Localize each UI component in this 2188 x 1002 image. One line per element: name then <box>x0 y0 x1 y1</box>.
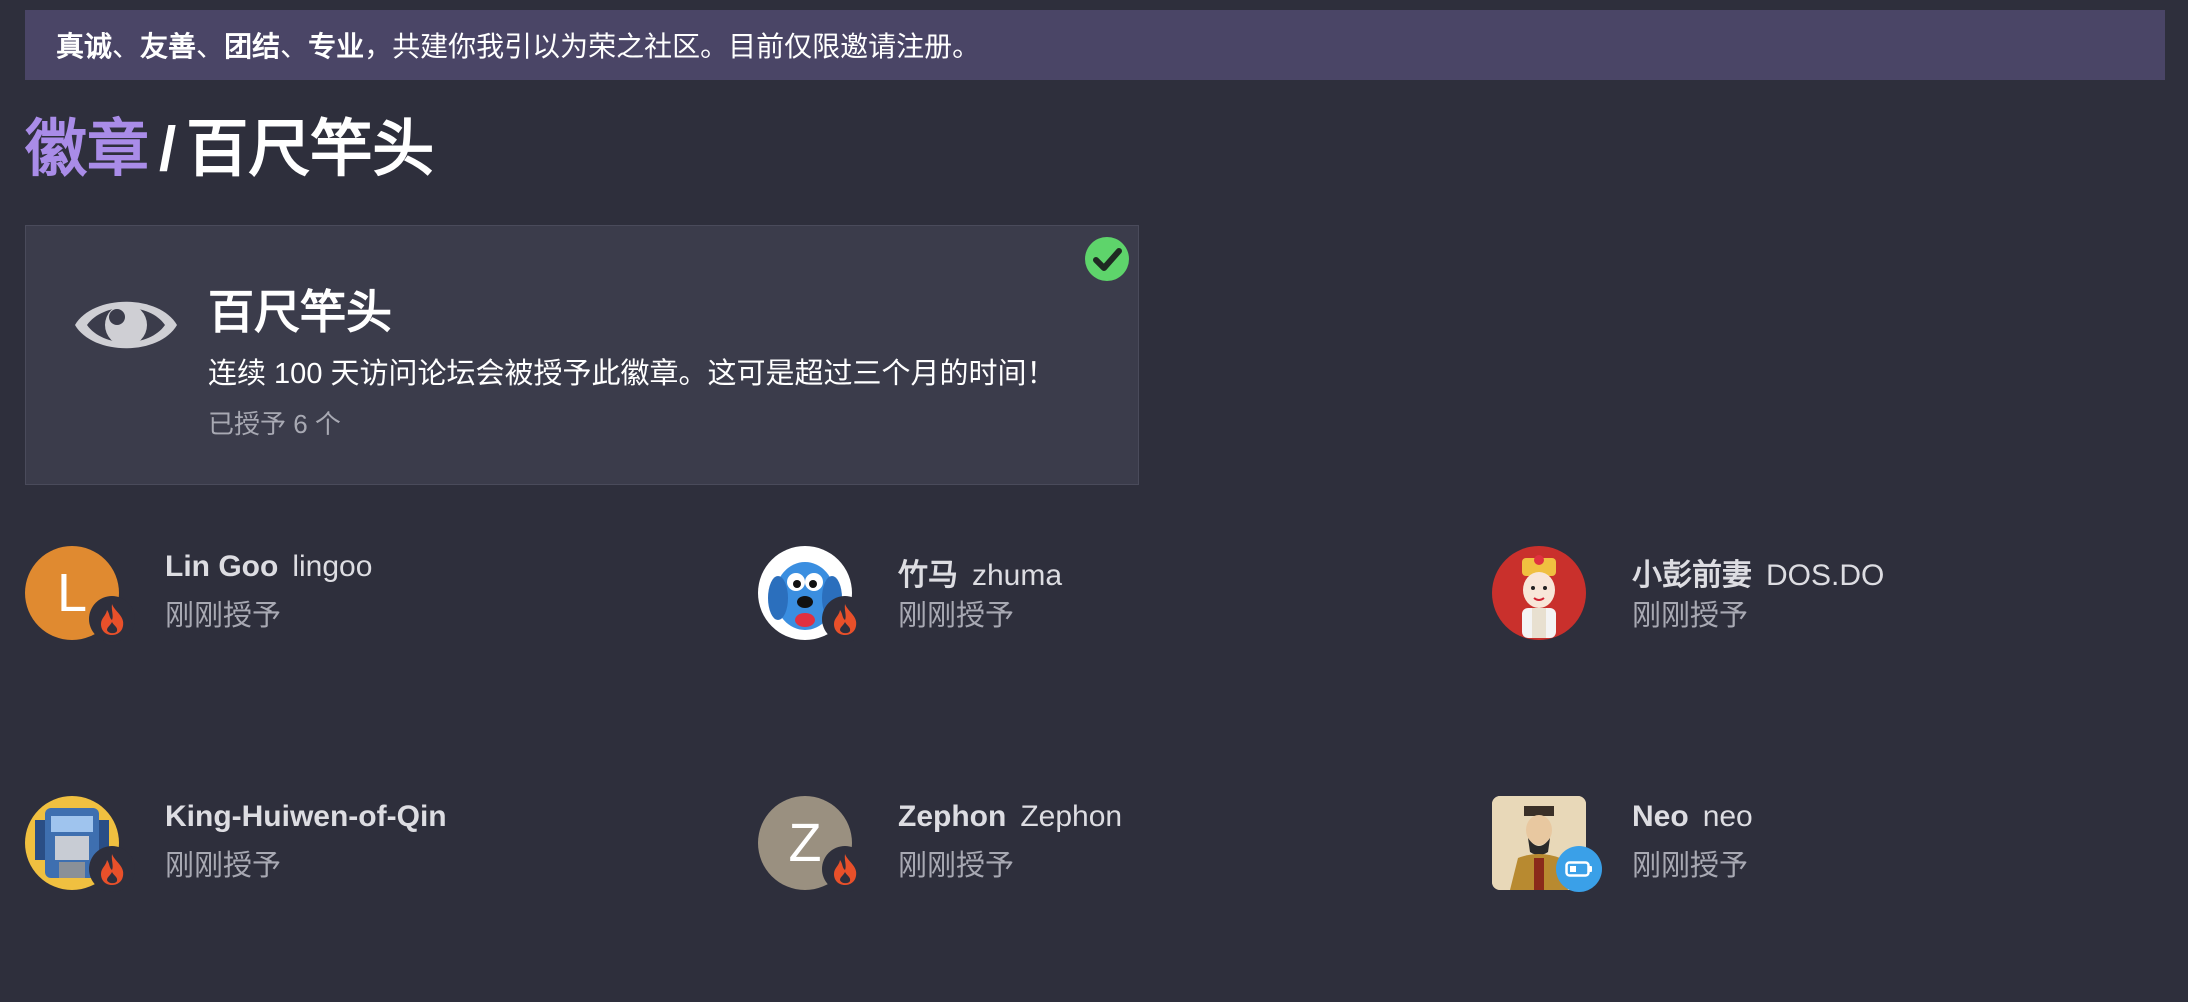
user-display-name[interactable]: 竹马 <box>898 559 958 592</box>
opera-figure-avatar-image <box>1522 555 1556 638</box>
fire-icon <box>89 596 135 642</box>
avatar-container <box>1492 546 1602 656</box>
user-name-line: Zephon Zephon <box>898 800 1122 834</box>
user-handle: zhuma <box>972 559 1063 592</box>
granted-time: 刚刚授予 <box>165 850 282 882</box>
user-card-zephon[interactable]: Z Zephon Zephon 刚刚授予 <box>758 796 1458 906</box>
banner-bold-4: 专业 <box>308 31 365 62</box>
granted-time: 刚刚授予 <box>165 600 282 632</box>
avatar-container <box>25 796 135 906</box>
user-name-line: King-Huiwen-of-Qin <box>165 800 461 834</box>
eye-icon <box>75 301 177 349</box>
avatar-letter: Z <box>788 813 822 873</box>
badge-name: 百尺竿头 <box>208 286 392 338</box>
avatar-container <box>1492 796 1602 906</box>
user-display-name[interactable]: King-Huiwen-of-Qin <box>165 800 447 833</box>
badge-granted-count: 已授予 6 个 <box>208 409 341 439</box>
banner-bold-3: 团结 <box>224 31 281 62</box>
user-display-name[interactable]: 小彭前妻 <box>1632 559 1752 592</box>
breadcrumb-separator: / <box>159 115 177 184</box>
announcement-banner: 真诚、友善、团结、专业 ，共建你我引以为荣之社区。目前仅限邀请注册。 <box>25 10 2165 80</box>
user-card-king-huiwen-of-qin[interactable]: King-Huiwen-of-Qin 刚刚授予 <box>25 796 725 906</box>
banner-sep-2: 、 <box>196 31 225 62</box>
user-card-zhuma[interactable]: 竹马 zhuma 刚刚授予 <box>758 546 1458 656</box>
breadcrumb-current: 百尺竿头 <box>186 115 435 184</box>
fire-icon <box>822 846 868 892</box>
granted-time: 刚刚授予 <box>898 850 1015 882</box>
battery-icon <box>1556 846 1602 892</box>
banner-sep-3: 、 <box>280 31 309 62</box>
avatar-container <box>758 546 868 656</box>
banner-bold-1: 真诚 <box>56 31 113 62</box>
user-card-lingoo[interactable]: L Lin Goo lingoo 刚刚授予 <box>25 546 725 656</box>
banner-sep-1: 、 <box>112 31 141 62</box>
fire-icon <box>89 846 135 892</box>
avatar-container: L <box>25 546 135 656</box>
fire-icon <box>822 596 868 642</box>
avatar-letter: L <box>56 563 88 623</box>
granted-time: 刚刚授予 <box>898 600 1015 632</box>
user-display-name[interactable]: Lin Goo <box>165 550 278 583</box>
user-name-line: 竹马 zhuma <box>898 550 1062 594</box>
granted-time: 刚刚授予 <box>1632 850 1749 882</box>
badge-description: 连续 100 天访问论坛会被授予此徽章。这可是超过三个月的时间！ <box>208 358 1056 390</box>
user-card-neo[interactable]: Neo neo 刚刚授予 <box>1492 796 2188 906</box>
user-name-line: 小彭前妻 DOS.DO <box>1632 550 1884 594</box>
user-handle: Zephon <box>1020 800 1123 833</box>
user-display-name[interactable]: Zephon <box>898 800 1006 833</box>
badge-card: 百尺竿头 连续 100 天访问论坛会被授予此徽章。这可是超过三个月的时间！ 已授… <box>25 225 1139 485</box>
breadcrumb-badges-link[interactable]: 徽章 <box>25 115 149 184</box>
granted-time: 刚刚授予 <box>1632 600 1749 632</box>
user-handle: neo <box>1702 800 1753 833</box>
banner-rest: ，共建你我引以为荣之社区。目前仅限邀请注册。 <box>364 31 981 62</box>
user-name-line: Neo neo <box>1632 800 1753 834</box>
user-card-dos-do[interactable]: 小彭前妻 DOS.DO 刚刚授予 <box>1492 546 2188 656</box>
page-title: 徽章 / 百尺竿头 <box>25 110 434 190</box>
user-name-line: Lin Goo lingoo <box>165 550 372 584</box>
user-handle: DOS.DO <box>1766 559 1885 592</box>
user-display-name[interactable]: Neo <box>1632 800 1689 833</box>
avatar[interactable] <box>1492 546 1586 640</box>
check-circle-icon <box>1085 237 1129 281</box>
avatar-container: Z <box>758 796 868 906</box>
banner-bold-2: 友善 <box>140 31 197 62</box>
user-handle: lingoo <box>292 550 373 583</box>
